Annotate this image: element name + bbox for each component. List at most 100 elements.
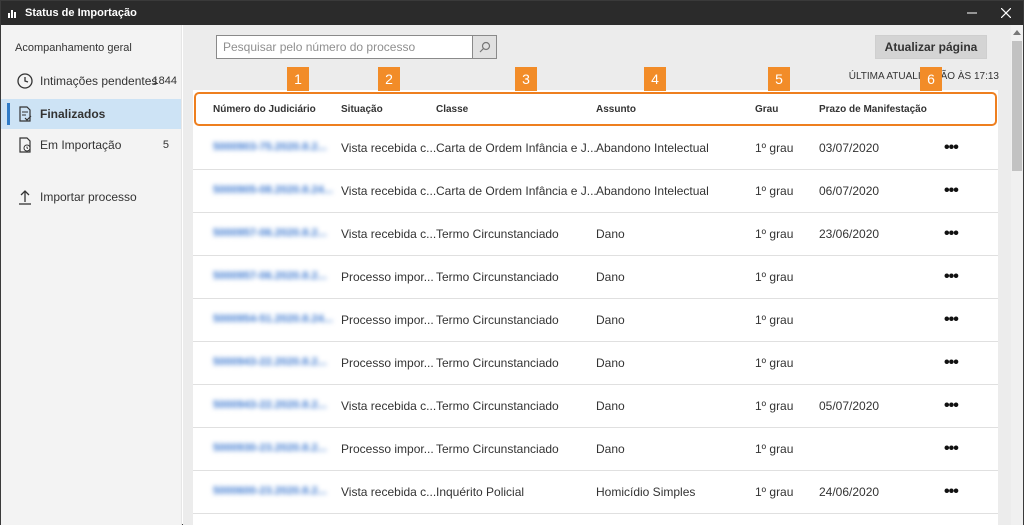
table-row[interactable]: 5000957-06.2020.8.2... Processo impor... T…	[193, 256, 998, 299]
cell-situacao: Vista recebida c...	[341, 141, 437, 155]
cell-numero-link[interactable]: 5000943-22.2020.8.2...	[213, 399, 327, 411]
table-row[interactable]: 5000600-23.2020.8.2... Vista recebida c..…	[193, 471, 998, 514]
table-row[interactable]: 5000930-23.2020.8.2... Processo impor... T…	[193, 428, 998, 471]
close-icon	[1001, 8, 1011, 18]
scroll-thumb[interactable]	[1012, 41, 1022, 171]
table-header: Número do Judiciário Situação Classe Ass…	[193, 67, 998, 127]
cell-situacao: Vista recebida c...	[341, 399, 437, 413]
cell-numero-link[interactable]: 5000600-23.2020.8.2...	[213, 485, 327, 497]
more-options-icon[interactable]: •••	[944, 354, 959, 372]
sidebar-item-label: Em Importação	[40, 138, 122, 152]
cell-classe: Termo Circunstanciado	[436, 442, 559, 456]
cell-numero-link[interactable]: 5000943-22.2020.8.2...	[213, 356, 327, 368]
upload-arrow-icon	[16, 188, 34, 206]
cell-prazo: 24/06/2020	[819, 485, 880, 499]
cell-situacao: Processo impor...	[341, 356, 434, 370]
column-badge: 4	[644, 67, 666, 91]
cell-numero-link[interactable]: 5000957-06.2020.8.2...	[213, 227, 327, 239]
cell-grau: 1º grau	[755, 356, 794, 370]
cell-grau: 1º grau	[755, 485, 794, 499]
cell-numero-link[interactable]: 5000903-75.2020.8.2...	[213, 141, 327, 153]
sidebar: Acompanhamento geral Intimações pendente…	[1, 25, 182, 525]
cell-prazo: 05/07/2020	[819, 399, 880, 413]
cell-classe: Carta de Ordem Infância e J...	[436, 141, 597, 155]
cell-assunto: Homicídio Simples	[596, 485, 696, 499]
sidebar-item-label: Finalizados	[40, 107, 106, 121]
sidebar-item-em-importacao[interactable]: Em Importação 5	[1, 130, 181, 160]
search-icon	[479, 41, 490, 53]
cell-grau: 1º grau	[755, 270, 794, 284]
app-window: Status de Importação Acompanhamento gera…	[0, 0, 1024, 525]
sidebar-item-importar-processo[interactable]: Importar processo	[1, 182, 181, 212]
sidebar-item-label: Importar processo	[40, 190, 137, 204]
cell-classe: Inquérito Policial	[436, 485, 525, 499]
table-row[interactable]: 5000943-22.2020.8.2... Vista recebida c..…	[193, 385, 998, 428]
more-options-icon[interactable]: •••	[944, 397, 959, 415]
clock-icon	[16, 72, 34, 90]
more-options-icon[interactable]: •••	[944, 440, 959, 458]
cell-numero-link[interactable]: 5000954-51.2020.8.24...	[213, 313, 333, 325]
cell-grau: 1º grau	[755, 184, 794, 198]
cell-situacao: Processo impor...	[341, 270, 434, 284]
refresh-button[interactable]: Atualizar página	[875, 35, 987, 59]
search-button[interactable]	[473, 35, 497, 59]
minimize-button[interactable]	[955, 1, 989, 25]
cell-situacao: Vista recebida c...	[341, 485, 437, 499]
cell-numero-link[interactable]: 5000930-23.2020.8.2...	[213, 442, 327, 454]
table-row[interactable]: 5000903-75.2020.8.2... Vista recebida c..…	[193, 127, 998, 170]
column-badge: 2	[378, 67, 400, 91]
table-row[interactable]: 5000954-51.2020.8.24... Processo impor...…	[193, 299, 998, 342]
more-options-icon[interactable]: •••	[944, 139, 959, 157]
sidebar-heading: Acompanhamento geral	[15, 42, 132, 54]
more-options-icon[interactable]: •••	[944, 182, 959, 200]
scroll-up-button[interactable]	[1011, 25, 1023, 39]
cell-assunto: Dano	[596, 270, 625, 284]
document-check-icon	[16, 105, 34, 123]
chevron-up-icon	[1013, 30, 1021, 35]
more-options-icon[interactable]: •••	[944, 268, 959, 286]
cell-grau: 1º grau	[755, 313, 794, 327]
more-options-icon[interactable]: •••	[944, 483, 959, 501]
cell-situacao: Vista recebida c...	[341, 227, 437, 241]
vertical-scrollbar[interactable]	[1011, 25, 1023, 525]
cell-classe: Termo Circunstanciado	[436, 270, 559, 284]
cell-situacao: Processo impor...	[341, 442, 434, 456]
header-highlight-box	[194, 92, 997, 126]
results-table: Número do Judiciário Situação Classe Ass…	[193, 67, 998, 525]
cell-assunto: Dano	[596, 399, 625, 413]
table-row[interactable]: 5000943-22.2020.8.2... Processo impor... T…	[193, 342, 998, 385]
column-badge: 5	[768, 67, 790, 91]
cell-situacao: Processo impor...	[341, 313, 434, 327]
cell-grau: 1º grau	[755, 399, 794, 413]
table-row[interactable]: 5000957-06.2020.8.2... Vista recebida c..…	[193, 213, 998, 256]
cell-assunto: Dano	[596, 442, 625, 456]
minimize-icon	[967, 12, 977, 14]
sidebar-item-count: 5	[162, 139, 169, 151]
column-badge: 1	[287, 67, 309, 91]
sidebar-item-count: 1844	[152, 75, 177, 87]
cell-assunto: Dano	[596, 227, 625, 241]
cell-prazo: 23/06/2020	[819, 227, 880, 241]
cell-assunto: Abandono Intelectual	[596, 184, 709, 198]
search-input[interactable]	[216, 35, 473, 59]
sidebar-item-finalizados[interactable]: Finalizados	[1, 99, 181, 129]
cell-numero-link[interactable]: 5000957-06.2020.8.2...	[213, 270, 327, 282]
table-row[interactable]: 5000905-08.2020.8.24... Vista recebida c.…	[193, 170, 998, 213]
app-logo-icon	[7, 7, 19, 19]
close-button[interactable]	[989, 1, 1023, 25]
column-badge: 6	[920, 67, 942, 91]
cell-assunto: Dano	[596, 313, 625, 327]
cell-grau: 1º grau	[755, 141, 794, 155]
document-sync-icon	[16, 136, 34, 154]
cell-numero-link[interactable]: 5000905-08.2020.8.24...	[213, 184, 333, 196]
more-options-icon[interactable]: •••	[944, 311, 959, 329]
cell-assunto: Dano	[596, 356, 625, 370]
cell-situacao: Vista recebida c...	[341, 184, 437, 198]
title-bar: Status de Importação	[1, 1, 1023, 25]
cell-classe: Termo Circunstanciado	[436, 356, 559, 370]
sidebar-item-intimacoes-pendentes[interactable]: Intimações pendentes 1844	[1, 66, 181, 96]
cell-prazo: 03/07/2020	[819, 141, 880, 155]
more-options-icon[interactable]: •••	[944, 225, 959, 243]
main-content: Atualizar página ÚLTIMA ATUALIZAÇÃO ÀS 1…	[183, 25, 1011, 525]
cell-assunto: Abandono Intelectual	[596, 141, 709, 155]
